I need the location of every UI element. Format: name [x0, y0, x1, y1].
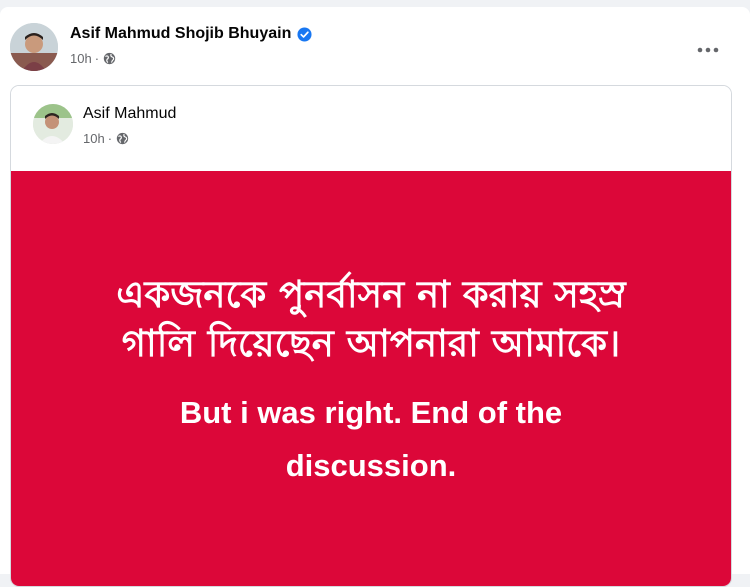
shared-avatar-image	[33, 104, 73, 144]
english-text-line-1: But i was right. End of the	[179, 395, 563, 430]
shared-post-timestamp[interactable]: 10h	[83, 131, 105, 146]
bangla-text-line-1: একজনকে পুনর্বাসন না করায় সহস্র	[116, 273, 626, 316]
shared-post-card[interactable]: Asif Mahmud 10h · একজনকে পুনর্বাসন না কর…	[10, 85, 732, 587]
post-timestamp[interactable]: 10h	[70, 51, 92, 66]
shared-author-name[interactable]: Asif Mahmud	[83, 105, 176, 123]
globe-icon[interactable]	[103, 52, 116, 65]
english-text-line-2: discussion.	[285, 448, 457, 483]
bangla-text-line-2: গালি দিয়েছেন আপনারা আমাকে।	[121, 322, 621, 365]
avatar-image	[10, 23, 58, 71]
meta-separator: ·	[94, 51, 100, 66]
post-meta: 10h ·	[70, 51, 116, 66]
verified-badge-icon	[297, 26, 312, 42]
shared-post-header: Asif Mahmud 10h ·	[11, 86, 731, 171]
post-header: Asif Mahmud Shojib Bhuyain 10h ·	[10, 22, 740, 74]
shared-author-avatar[interactable]	[33, 104, 73, 144]
author-name[interactable]: Asif Mahmud Shojib Bhuyain	[70, 25, 312, 43]
shared-meta-separator: ·	[107, 131, 113, 146]
post-card: Asif Mahmud Shojib Bhuyain 10h · Asif Ma…	[0, 7, 750, 587]
more-options-icon	[697, 47, 719, 53]
author-name-text[interactable]: Asif Mahmud Shojib Bhuyain	[70, 25, 291, 43]
author-avatar[interactable]	[10, 23, 58, 71]
more-options-button[interactable]	[690, 32, 726, 68]
status-background-panel	[11, 171, 731, 586]
globe-icon[interactable]	[116, 132, 129, 145]
shared-post-meta: 10h ·	[83, 131, 129, 146]
